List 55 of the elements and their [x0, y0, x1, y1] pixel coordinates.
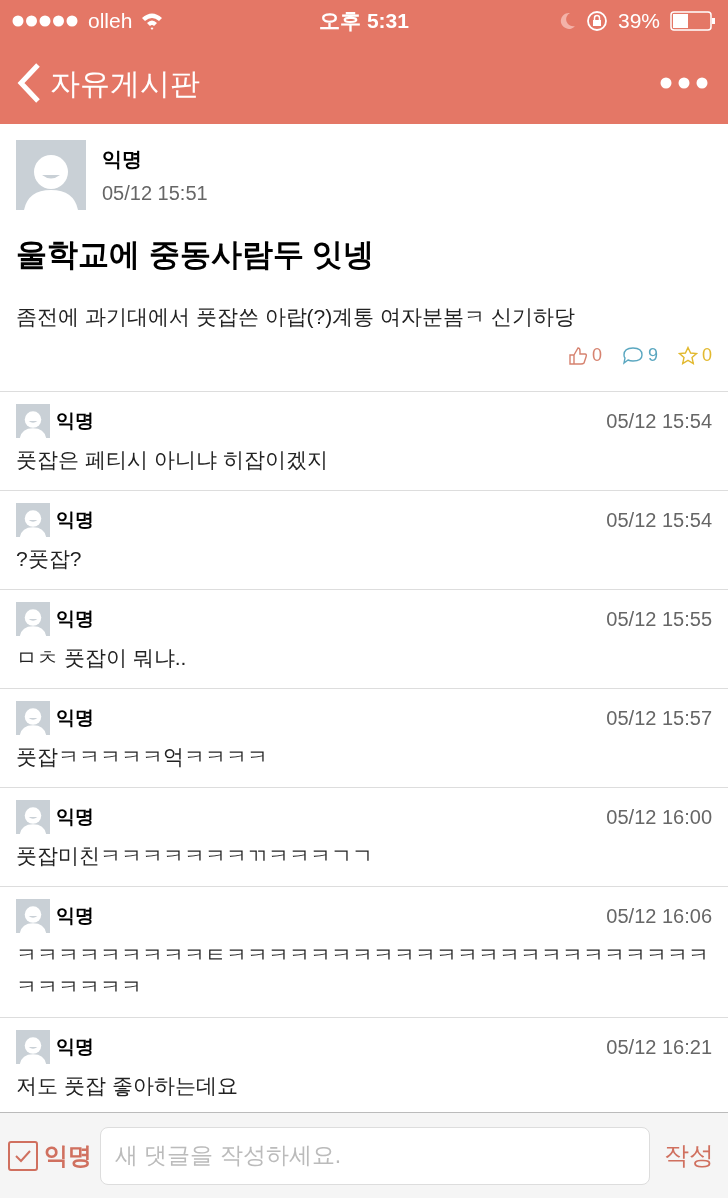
- wifi-icon: [140, 12, 165, 30]
- comment-icon: [621, 345, 644, 366]
- comment-text: 풋잡은 페티시 아니냐 히잡이겠지: [16, 447, 329, 473]
- status-time: 오후 5:31: [319, 8, 409, 35]
- like-count: 0: [591, 344, 602, 367]
- avatar-placeholder: [16, 503, 50, 537]
- post-body: 좀전에 과기대에서 풋잡쓴 아랍(?)계통 여자분봄ㅋ 신기하당: [16, 303, 576, 330]
- back-button[interactable]: 자유게시판: [16, 60, 200, 106]
- thumbs-up-icon: [567, 345, 588, 366]
- moon-icon: [559, 12, 576, 30]
- chevron-left-icon: [16, 62, 42, 104]
- comment-time: 05/12 15:54: [606, 508, 712, 533]
- avatar-placeholder: [16, 899, 50, 933]
- avatar-placeholder: [16, 800, 50, 834]
- carrier-name: olleh: [88, 8, 133, 35]
- signal-icon: [12, 15, 80, 27]
- comment-text: ?풋잡?: [16, 546, 83, 572]
- comment-text: ㅋㅋㅋㅋㅋㅋㅋㅋㅋㅌㅋㅋㅋㅋㅋㅋㅋㅋㅋㅋㅋㅋㅋㅋㅋㅋㅋㅋㅋㅋㅋㅋㅋㅋㅋㅋㅋㅋㅋ: [16, 942, 710, 1000]
- check-icon: [14, 1148, 32, 1163]
- comment-time: 05/12 15:57: [606, 706, 712, 731]
- author-name: 익명: [102, 147, 143, 172]
- checkbox[interactable]: [8, 1140, 38, 1171]
- comment-author: 익명: [56, 606, 95, 631]
- comment-text: 풋잡미친ㅋㅋㅋㅋㅋㅋㅋㄲㅋㅋㅋㄱㄱ: [16, 843, 374, 869]
- avatar-placeholder: [16, 140, 86, 210]
- anonymous-toggle[interactable]: 익명: [8, 1137, 92, 1174]
- comment-text: 풋잡ㅋㅋㅋㅋㅋ억ㅋㅋㅋㅋ: [16, 744, 269, 770]
- post-title: 울학교에 중동사람두 잇넹: [16, 236, 376, 274]
- comment-time: 05/12 15:55: [606, 607, 712, 632]
- avatar-placeholder: [16, 602, 50, 636]
- comment-author: 익명: [56, 903, 95, 928]
- post-time: 05/12 15:51: [102, 181, 208, 206]
- comment-author: 익명: [56, 705, 95, 730]
- comment-time: 05/12 16:21: [606, 1035, 712, 1060]
- rotation-lock-icon: [585, 10, 608, 32]
- more-icon: [660, 77, 708, 89]
- comment-text: ㅁㅊ 풋잡이 뭐냐..: [16, 645, 188, 671]
- comment-count: 9: [647, 344, 658, 367]
- comment-time: 05/12 15:54: [606, 409, 712, 434]
- comment-author: 익명: [56, 408, 95, 433]
- avatar-placeholder: [16, 404, 50, 438]
- comment-input-field[interactable]: 새 댓글을 작성하세요.: [100, 1126, 650, 1185]
- star-icon: [678, 345, 698, 366]
- comment-time: 05/12 16:00: [606, 805, 712, 830]
- submit-button[interactable]: 작성: [658, 1136, 720, 1175]
- comment-author: 익명: [56, 804, 95, 829]
- avatar-placeholder: [16, 1030, 50, 1064]
- battery-icon: [670, 11, 716, 31]
- scrap-count: 0: [702, 344, 712, 367]
- battery-percent: 39%: [617, 8, 660, 35]
- avatar-placeholder: [16, 701, 50, 735]
- comment-author: 익명: [56, 1034, 95, 1059]
- comment-time: 05/12 16:06: [606, 904, 712, 929]
- comment-author: 익명: [56, 507, 95, 532]
- comment-text: 저도 풋잡 좋아하는데요: [16, 1073, 239, 1099]
